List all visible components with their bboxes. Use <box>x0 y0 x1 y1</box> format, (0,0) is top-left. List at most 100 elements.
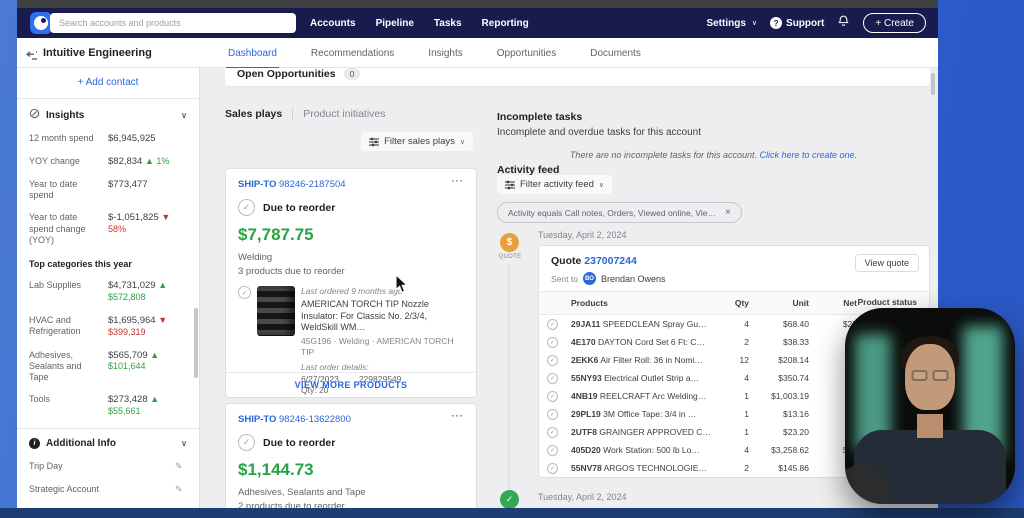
check-circle-icon[interactable]: ✓ <box>547 426 558 438</box>
check-circle-icon[interactable]: ✓ <box>547 318 558 330</box>
account-tabs: Dashboard Recommendations Insights Oppor… <box>226 38 641 69</box>
metric-ytd-spend: Year to date spend $773,477 <box>29 178 148 200</box>
sales-play-card: SHIP-TO 98246-13622800 ··· ✓ Due to reor… <box>225 403 477 508</box>
category-adhesives: Adhesives, Sealants and Tape $565,709 ▲ … <box>29 349 160 383</box>
quote-event-icon: $ <box>500 233 519 252</box>
close-icon[interactable]: × <box>725 207 731 218</box>
avatar: BO <box>582 272 596 285</box>
presenter-glasses <box>911 370 949 381</box>
recipient-name: Brendan Owens <box>600 273 666 284</box>
check-circle-icon[interactable]: ✓ <box>238 199 255 216</box>
check-circle-icon[interactable]: ✓ <box>547 408 558 420</box>
activity-filter-chip[interactable]: Activity equals Call notes, Orders, View… <box>497 202 742 223</box>
settings-menu[interactable]: Settings ∨ <box>706 18 757 29</box>
last-ordered: Last ordered 9 months ago <box>301 286 403 296</box>
sidebar-scrollbar[interactable] <box>194 308 198 378</box>
open-opportunities-bar[interactable]: Open Opportunities 0 <box>225 68 930 86</box>
category-lab-supplies: Lab Supplies $4,731,029 ▲ $572,808 <box>29 280 168 302</box>
order-event-icon: ✓ <box>500 490 519 508</box>
quote-number-link[interactable]: 237007244 <box>584 255 637 267</box>
card-category: Welding <box>238 252 273 263</box>
count-badge: 0 <box>343 68 361 80</box>
additional-info-panel: i Additional Info ∨ Trip Day ✎ Strategic… <box>17 429 199 508</box>
check-circle-icon[interactable]: ✓ <box>547 444 558 456</box>
tab-sales-plays[interactable]: Sales plays <box>225 108 294 120</box>
incomplete-tasks-title: Incomplete tasks <box>497 111 583 123</box>
info-icon: i <box>29 438 40 449</box>
filter-sliders-icon <box>505 180 515 189</box>
chevron-down-icon: ∨ <box>459 138 465 146</box>
tab-product-initiatives[interactable]: Product initiatives <box>293 108 385 120</box>
field-trip-day: Trip Day ✎ <box>29 461 187 472</box>
brand-logo-icon[interactable] <box>30 12 52 34</box>
products-note: 3 products due to reorder <box>238 266 345 277</box>
sent-to-label: Sent to <box>551 273 578 284</box>
check-circle-icon[interactable]: ✓ <box>547 462 558 474</box>
nav-reporting[interactable]: Reporting <box>482 18 529 29</box>
view-quote-button[interactable]: View quote <box>854 254 919 272</box>
ship-to-link[interactable]: SHIP-TO 98246-13622800 <box>238 414 351 425</box>
create-button[interactable]: + Create <box>863 13 926 33</box>
create-task-link[interactable]: Click here to create one. <box>760 150 858 160</box>
nav-accounts[interactable]: Accounts <box>310 18 356 29</box>
insights-panel: Insights ∨ 12 month spend $6,945,925 YOY… <box>17 99 199 428</box>
view-more-products-link[interactable]: VIEW MORE PRODUCTS <box>226 372 476 397</box>
nav-tasks[interactable]: Tasks <box>434 18 462 29</box>
tab-dashboard[interactable]: Dashboard <box>226 48 279 69</box>
app-window: Accounts Pipeline Tasks Reporting Settin… <box>17 8 938 508</box>
check-circle-icon[interactable]: ✓ <box>547 354 558 366</box>
product-meta: 45G196 · Welding · AMERICAN TORCH TIP <box>301 336 454 358</box>
top-categories-title: Top categories this year <box>29 259 132 269</box>
sales-plays-tabs: Sales plays Product initiatives <box>225 108 386 120</box>
search-input[interactable] <box>50 13 296 33</box>
window-bottom-strip <box>0 508 1024 518</box>
filter-activity-feed-button[interactable]: Filter activity feed ∨ <box>497 175 613 194</box>
ship-to-link[interactable]: SHIP-TO 98246-2187504 <box>238 179 346 190</box>
timeline-connector <box>508 264 510 490</box>
support-menu[interactable]: ? Support <box>770 17 824 29</box>
incomplete-tasks-subtitle: Incomplete and overdue tasks for this ac… <box>497 127 702 138</box>
question-icon: ? <box>770 17 783 29</box>
additional-info-header[interactable]: i Additional Info ∨ <box>29 438 187 449</box>
bell-icon[interactable] <box>837 14 850 33</box>
reorder-amount: $1,144.73 <box>238 460 314 479</box>
check-circle-icon[interactable]: ✓ <box>238 434 255 451</box>
collapse-panel-icon[interactable] <box>25 48 38 66</box>
add-contact-link[interactable]: + Add contact <box>17 68 199 98</box>
account-sidebar: + Add contact Insights ∨ 12 month spend … <box>17 68 200 508</box>
filter-sales-plays-button[interactable]: Filter sales plays ∨ <box>361 132 473 151</box>
tab-documents[interactable]: Documents <box>590 48 641 59</box>
edit-icon[interactable]: ✎ <box>175 461 187 472</box>
primary-nav: Accounts Pipeline Tasks Reporting <box>310 8 529 38</box>
more-options-icon[interactable]: ··· <box>452 412 465 425</box>
mouse-cursor-icon <box>395 273 409 299</box>
reorder-amount: $7,787.75 <box>238 225 314 244</box>
insights-header[interactable]: Insights ∨ <box>29 108 187 122</box>
tab-insights[interactable]: Insights <box>428 48 462 59</box>
activity-date: Tuesday, April 2, 2024 <box>538 230 627 240</box>
check-circle-icon[interactable]: ✓ <box>547 390 558 402</box>
insights-icon <box>29 108 40 122</box>
product-name[interactable]: AMERICAN TORCH TIP Nozzle Insulator: For… <box>301 299 464 334</box>
card-category: Adhesives, Sealants and Tape <box>238 487 366 498</box>
dashboard-content: Open Opportunities 0 Sales plays Product… <box>200 68 938 508</box>
edit-icon[interactable]: ✎ <box>175 484 187 495</box>
metric-yoy-change: YOY change $82,834 ▲ 1% <box>29 155 170 167</box>
product-image <box>257 286 295 336</box>
chevron-down-icon: ∨ <box>181 439 187 448</box>
account-header: Intuitive Engineering Dashboard Recommen… <box>17 38 938 69</box>
tab-opportunities[interactable]: Opportunities <box>497 48 556 59</box>
nav-pipeline[interactable]: Pipeline <box>376 18 414 29</box>
main-scrollbar[interactable] <box>931 73 935 95</box>
top-navbar: Accounts Pipeline Tasks Reporting Settin… <box>17 8 938 38</box>
category-hvac: HVAC and Refrigeration $1,695,964 ▼ $399… <box>29 314 168 337</box>
tab-recommendations[interactable]: Recommendations <box>311 48 394 59</box>
check-circle-icon[interactable]: ✓ <box>238 286 251 299</box>
check-circle-icon[interactable]: ✓ <box>547 336 558 348</box>
check-circle-icon[interactable]: ✓ <box>547 372 558 384</box>
more-options-icon[interactable]: ··· <box>452 177 465 190</box>
window-top-strip <box>17 0 938 8</box>
filter-sliders-icon <box>369 137 380 146</box>
nav-utilities: Settings ∨ ? Support + Create <box>706 8 926 38</box>
category-tools: Tools $273,428 ▲ $55,661 <box>29 394 160 417</box>
